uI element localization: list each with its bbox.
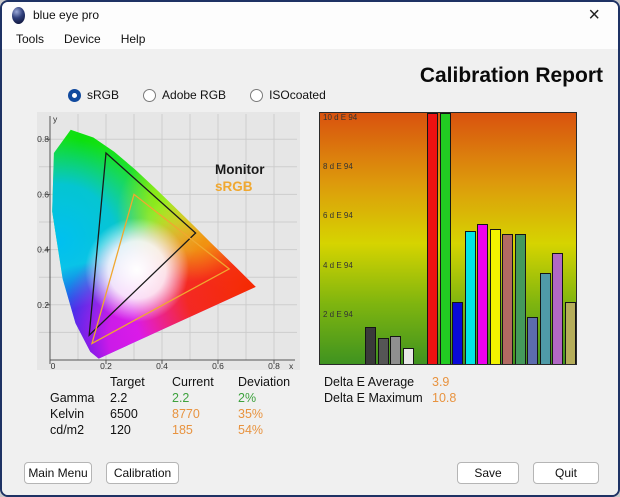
row-label-luminance: cd/m2 (50, 423, 85, 437)
app-window: blue eye pro × Tools Device Help sRGB Ad… (0, 0, 620, 497)
delta-e-average-value: 3.9 (432, 375, 450, 389)
radio-unselected-icon[interactable] (250, 88, 264, 102)
delta-e-bar-yellow (489, 229, 501, 364)
de-axis-label: 10 d E 94 (323, 113, 358, 122)
kelvin-target: 6500 (110, 407, 138, 421)
delta-e-bar-cyan (464, 231, 476, 364)
delta-e-summary: Delta E Average 3.9 Delta E Maximum 10.8 (324, 374, 456, 406)
de-axis-label: 2 d E 94 (323, 310, 353, 319)
kelvin-deviation: 35% (238, 407, 264, 421)
delta-e-maximum-value: 10.8 (432, 391, 457, 405)
delta-e-bar-chart: 10 d E 94 8 d E 94 6 d E 94 4 d E 94 2 d E 9… (319, 112, 577, 365)
delta-e-bar-dark-khaki (564, 302, 576, 364)
luminance-current: 185 (172, 423, 193, 437)
delta-e-bar-black (365, 327, 376, 364)
delta-e-bar-cadet-blue (539, 273, 551, 364)
page-title: Calibration Report (419, 64, 603, 87)
row-label-gamma: Gamma (50, 391, 95, 405)
title-bar: blue eye pro × (2, 2, 618, 28)
menu-bar: Tools Device Help (2, 28, 618, 50)
main-menu-button[interactable]: Main Menu (24, 462, 92, 484)
svg-text:0.8: 0.8 (268, 361, 280, 370)
radio-unselected-icon[interactable] (143, 88, 157, 102)
delta-e-bar-magenta (477, 224, 488, 364)
menu-help[interactable]: Help (111, 30, 156, 48)
svg-text:0.6: 0.6 (37, 189, 49, 199)
delta-e-bar-red (427, 113, 438, 364)
radio-isocoated[interactable]: ISOcoated (250, 88, 326, 102)
svg-text:0.6: 0.6 (212, 361, 224, 370)
legend-srgb: sRGB (215, 179, 253, 194)
content-area: sRGB Adobe RGB ISOcoated Calibration Rep… (2, 49, 618, 495)
gamut-radio-group: sRGB Adobe RGB ISOcoated (68, 88, 350, 102)
svg-text:0.2: 0.2 (100, 361, 112, 370)
delta-e-bar-orchid (552, 253, 563, 364)
legend-monitor: Monitor (215, 162, 265, 177)
delta-e-bar-slate-blue (527, 317, 538, 364)
svg-text:0.2: 0.2 (37, 300, 49, 310)
menu-device[interactable]: Device (54, 30, 111, 48)
delta-e-bar-gray (390, 336, 401, 364)
calibration-summary-table: Target Current Deviation Gamma 2.2 2.2 2… (50, 374, 310, 438)
kelvin-current: 8770 (172, 407, 200, 421)
delta-e-bar-sea-green (514, 234, 526, 364)
delta-e-bar-dark-gray (377, 338, 389, 364)
menu-tools[interactable]: Tools (6, 30, 54, 48)
calibration-button[interactable]: Calibration (106, 462, 179, 484)
table-header-current: Current (172, 375, 214, 389)
quit-button[interactable]: Quit (533, 462, 599, 484)
table-header-empty (50, 374, 110, 390)
radio-selected-icon[interactable] (68, 88, 81, 102)
save-button[interactable]: Save (457, 462, 519, 484)
delta-e-maximum-label: Delta E Maximum (324, 391, 423, 405)
svg-text:0.4: 0.4 (37, 245, 49, 255)
de-axis-label: 8 d E 94 (323, 162, 353, 171)
app-logo-icon (12, 6, 25, 24)
gamma-deviation: 2% (238, 391, 257, 405)
row-label-kelvin: Kelvin (50, 407, 85, 421)
delta-e-bar-rosy-brown (502, 234, 513, 364)
table-header-deviation: Deviation (238, 375, 291, 389)
svg-text:0.4: 0.4 (156, 361, 168, 370)
cie-chromaticity-diagram: 0 0.2 0.4 0.6 0.8 0.2 0.4 0.6 0.8 y x Monitor sR… (37, 112, 300, 371)
delta-e-average-label: Delta E Average (324, 375, 415, 389)
svg-text:0.8: 0.8 (37, 134, 49, 144)
gamma-target: 2.2 (110, 391, 128, 405)
gamma-current: 2.2 (172, 391, 190, 405)
radio-adobe-rgb[interactable]: Adobe RGB (143, 88, 226, 102)
svg-text:0: 0 (51, 361, 56, 370)
delta-e-bar-blue (452, 302, 463, 364)
close-icon[interactable]: × (580, 5, 608, 25)
table-header-target: Target (110, 375, 145, 389)
de-axis-label: 4 d E 94 (323, 261, 353, 270)
luminance-deviation: 54% (238, 423, 264, 437)
window-title: blue eye pro (33, 8, 100, 22)
luminance-target: 120 (110, 423, 131, 437)
delta-e-bar-white (402, 348, 414, 364)
radio-srgb[interactable]: sRGB (68, 88, 119, 102)
de-axis-label: 6 d E 94 (323, 211, 353, 220)
delta-e-bar-green (439, 113, 451, 364)
